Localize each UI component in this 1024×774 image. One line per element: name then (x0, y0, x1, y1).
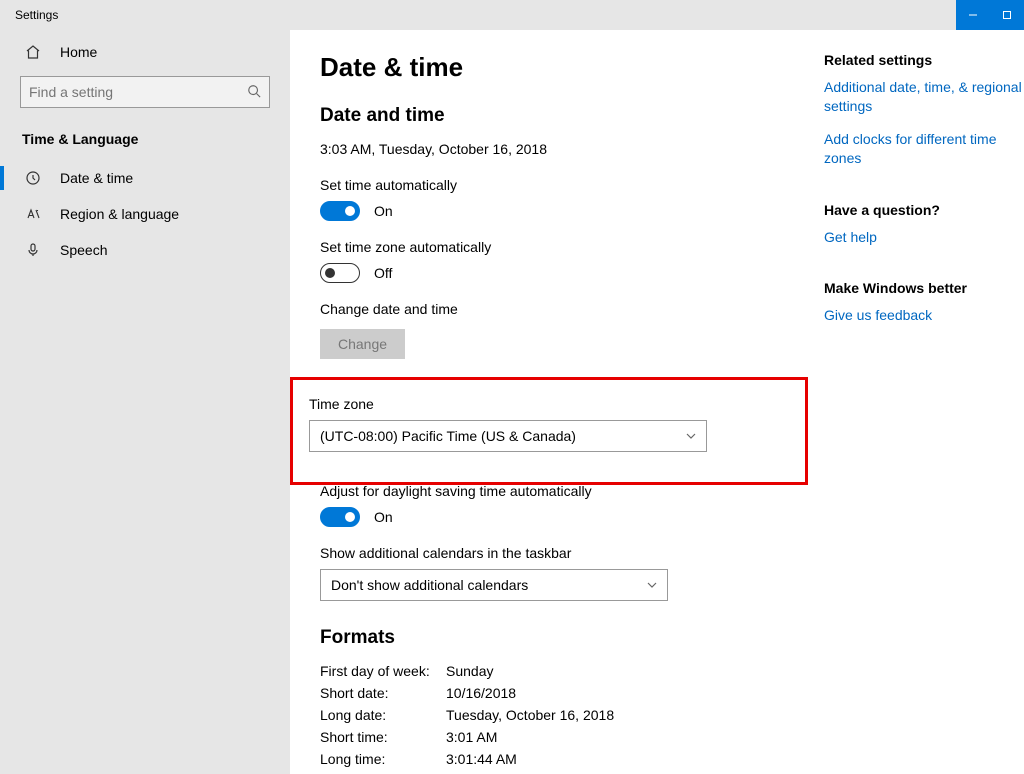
sidebar-item-label: Date & time (60, 170, 133, 186)
microphone-icon (24, 242, 42, 258)
question-heading: Have a question? (824, 202, 1024, 218)
calendars-value: Don't show additional calendars (331, 577, 528, 593)
timezone-value: (UTC-08:00) Pacific Time (US & Canada) (320, 428, 576, 444)
related-settings-heading: Related settings (824, 52, 1024, 68)
timezone-select[interactable]: (UTC-08:00) Pacific Time (US & Canada) (309, 420, 707, 452)
auto-tz-label: Set time zone automatically (320, 239, 794, 255)
section-heading-date-time: Date and time (320, 105, 794, 127)
change-datetime-button: Change (320, 329, 405, 359)
home-label: Home (60, 44, 97, 60)
feedback-heading: Make Windows better (824, 280, 1024, 296)
format-key: First day of week: (320, 663, 446, 679)
calendars-select[interactable]: Don't show additional calendars (320, 569, 668, 601)
section-heading-formats: Formats (320, 627, 794, 649)
app-body: Home Time & Language Date & time (0, 30, 1024, 774)
format-key: Long date: (320, 707, 446, 723)
calendars-label: Show additional calendars in the taskbar (320, 545, 794, 561)
page-title: Date & time (320, 52, 794, 83)
chevron-down-icon (686, 428, 696, 444)
dst-state: On (374, 509, 393, 525)
search-icon (247, 84, 261, 101)
sidebar-item-region-language[interactable]: Region & language (0, 196, 290, 232)
home-link[interactable]: Home (0, 34, 290, 70)
tz-label: Time zone (309, 396, 789, 412)
window-buttons (956, 0, 1024, 30)
format-value: 3:01 AM (446, 729, 794, 745)
language-icon (24, 206, 42, 222)
sidebar: Home Time & Language Date & time (0, 30, 290, 774)
search-input[interactable] (29, 84, 247, 100)
sidebar-category: Time & Language (0, 118, 290, 160)
chevron-down-icon (647, 577, 657, 593)
auto-tz-state: Off (374, 265, 392, 281)
sidebar-item-label: Speech (60, 242, 107, 258)
link-feedback[interactable]: Give us feedback (824, 306, 1024, 325)
format-key: Long time: (320, 751, 446, 767)
format-key: Short date: (320, 685, 446, 701)
timezone-highlight: Time zone (UTC-08:00) Pacific Time (US &… (290, 377, 808, 485)
auto-tz-toggle[interactable] (320, 263, 360, 283)
content: Date & time Date and time 3:03 AM, Tuesd… (290, 30, 1024, 774)
maximize-button[interactable] (990, 0, 1024, 30)
format-value: Sunday (446, 663, 794, 679)
link-get-help[interactable]: Get help (824, 228, 1024, 247)
auto-time-state: On (374, 203, 393, 219)
change-dt-label: Change date and time (320, 301, 794, 317)
format-key: Short time: (320, 729, 446, 745)
dst-toggle[interactable] (320, 507, 360, 527)
auto-time-label: Set time automatically (320, 177, 794, 193)
auto-time-toggle[interactable] (320, 201, 360, 221)
window-titlebar: Settings (0, 0, 1024, 30)
link-add-clocks[interactable]: Add clocks for different time zones (824, 130, 1024, 168)
dst-label: Adjust for daylight saving time automati… (320, 483, 794, 499)
main-pane: Date & time Date and time 3:03 AM, Tuesd… (290, 30, 824, 774)
search-box[interactable] (20, 76, 270, 108)
sidebar-item-speech[interactable]: Speech (0, 232, 290, 268)
formats-table: First day of week: Sunday Short date: 10… (320, 663, 794, 767)
right-panel: Related settings Additional date, time, … (824, 30, 1024, 774)
current-datetime: 3:03 AM, Tuesday, October 16, 2018 (320, 141, 794, 157)
format-value: 3:01:44 AM (446, 751, 794, 767)
minimize-button[interactable] (956, 0, 990, 30)
home-icon (24, 44, 42, 60)
format-value: Tuesday, October 16, 2018 (446, 707, 794, 723)
window-title: Settings (0, 8, 58, 22)
formats-section: Formats First day of week: Sunday Short … (320, 627, 794, 767)
link-additional-date-time[interactable]: Additional date, time, & regional settin… (824, 78, 1024, 116)
clock-icon (24, 170, 42, 186)
sidebar-item-label: Region & language (60, 206, 179, 222)
search-wrap (0, 70, 290, 118)
format-value: 10/16/2018 (446, 685, 794, 701)
sidebar-item-date-time[interactable]: Date & time (0, 160, 290, 196)
